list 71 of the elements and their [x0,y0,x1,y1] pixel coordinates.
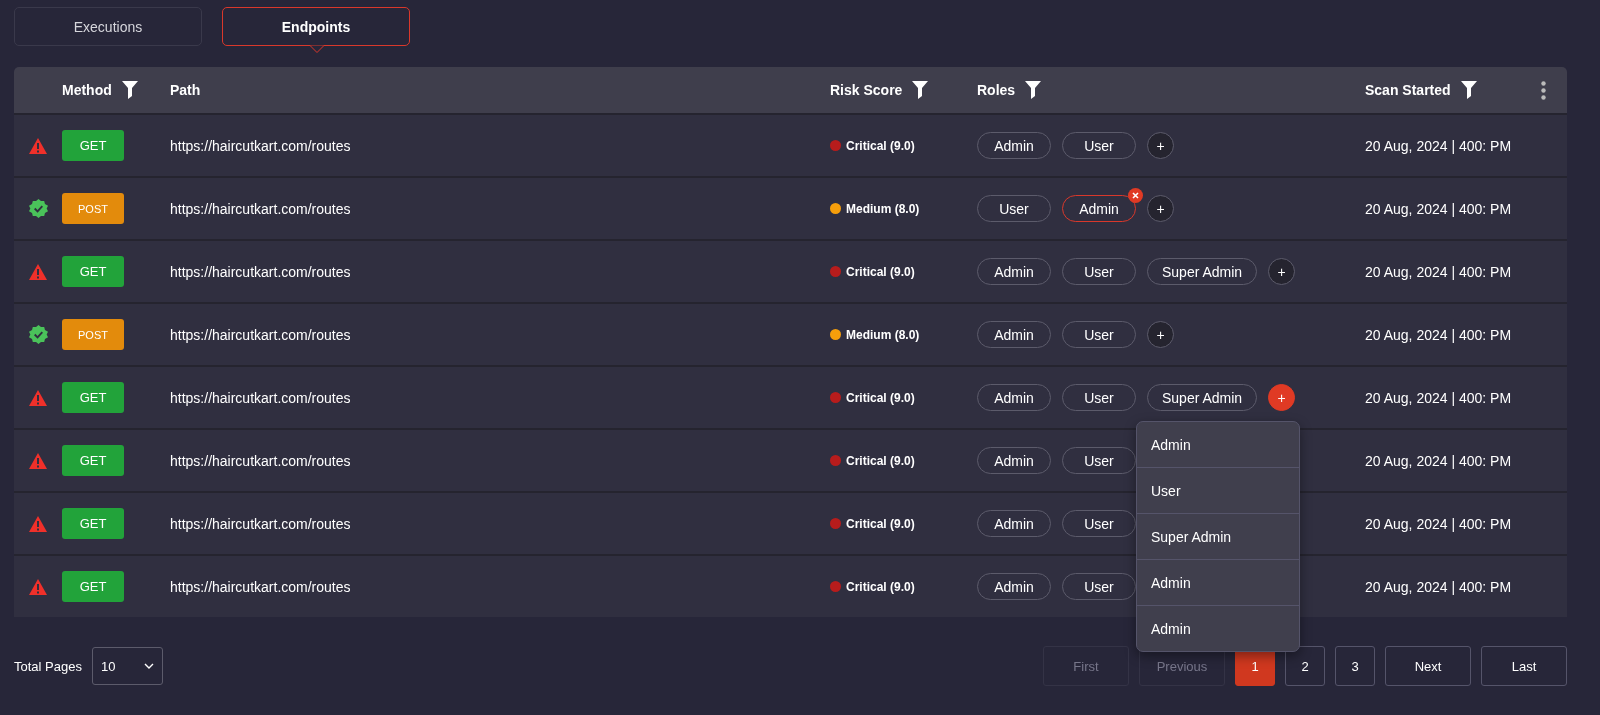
remove-icon[interactable] [1128,188,1143,203]
risk-score: Critical (9.0) [846,453,915,468]
page-size-select[interactable]: 10 [91,647,163,685]
path-text: https://haircutkart.com/routes [170,389,352,406]
scan-date: 20 Aug, 2024 | 400: PM [1365,515,1513,532]
path-text: https://haircutkart.com/routes [170,578,352,595]
add-role-button[interactable]: + [1147,132,1174,159]
path-text: https://haircutkart.com/routes [170,452,352,469]
risk-score: Critical (9.0) [846,390,915,405]
dropdown-item[interactable]: Admin [1137,422,1299,467]
method-badge: GET [62,445,124,476]
scan-date: 20 Aug, 2024 | 400: PM [1365,263,1513,280]
column-header: Scan Started [1365,82,1451,98]
method-badge: POST [62,319,124,350]
warning-icon [29,263,47,280]
scan-date: 20 Aug, 2024 | 400: PM [1365,578,1513,595]
path-text: https://haircutkart.com/routes [170,137,352,154]
page-button[interactable]: 3 [1335,646,1375,686]
filter-icon[interactable] [1460,81,1477,99]
risk-score: Critical (9.0) [846,138,915,153]
more-icon[interactable] [1541,80,1546,100]
add-role-button[interactable]: + [1268,258,1296,285]
scan-date: 20 Aug, 2024 | 400: PM [1365,200,1513,217]
risk-score: Critical (9.0) [846,579,915,594]
warning-icon [29,578,47,595]
scan-date: 20 Aug, 2024 | 400: PM [1365,137,1513,154]
add-role-button[interactable]: + [1147,195,1174,222]
tab-pointer [310,45,324,53]
method-badge: POST [62,193,124,224]
page-button[interactable]: 2 [1285,646,1325,686]
scan-date: 20 Aug, 2024 | 400: PM [1365,389,1513,406]
risk-score: Critical (9.0) [846,516,915,531]
method-badge: GET [62,382,124,413]
path-text: https://haircutkart.com/routes [170,326,352,343]
filter-icon[interactable] [1025,81,1042,99]
add-role-button[interactable]: + [1268,384,1296,411]
method-badge: GET [62,256,124,287]
method-badge: GET [62,571,124,602]
path-text: https://haircutkart.com/routes [170,263,352,280]
risk-score: Medium (8.0) [846,201,920,216]
column-header: Path [170,82,201,98]
pager-button[interactable]: Next [1385,646,1471,686]
tab[interactable]: Executions [14,7,202,46]
filter-icon[interactable] [121,81,138,99]
risk-score: Critical (9.0) [846,264,915,279]
column-header: Roles [977,82,1016,98]
verified-icon [28,199,48,218]
dropdown-item[interactable]: Super Admin [1137,513,1299,559]
warning-icon [29,389,47,406]
add-role-button[interactable]: + [1147,321,1174,348]
dropdown-item[interactable]: Admin [1137,559,1299,605]
path-text: https://haircutkart.com/routes [170,515,352,532]
chevron-down-icon [143,663,154,669]
risk-score: Medium (8.0) [846,327,920,342]
column-header: Risk Score [830,82,903,98]
pager-button[interactable]: Last [1481,646,1567,686]
dropdown-item[interactable]: User [1137,467,1299,513]
dropdown-item[interactable]: Admin [1137,605,1299,651]
warning-icon [29,137,47,154]
verified-icon [28,325,48,344]
warning-icon [29,515,47,532]
path-text: https://haircutkart.com/routes [170,200,352,217]
warning-icon [29,452,47,469]
scan-date: 20 Aug, 2024 | 400: PM [1365,326,1513,343]
filter-icon[interactable] [912,81,929,99]
method-badge: GET [62,508,124,539]
tab[interactable]: Endpoints [222,7,410,46]
method-badge: GET [62,130,124,161]
scan-date: 20 Aug, 2024 | 400: PM [1365,452,1513,469]
total-pages-label: Total Pages [14,658,82,674]
column-header: Method [62,82,112,98]
